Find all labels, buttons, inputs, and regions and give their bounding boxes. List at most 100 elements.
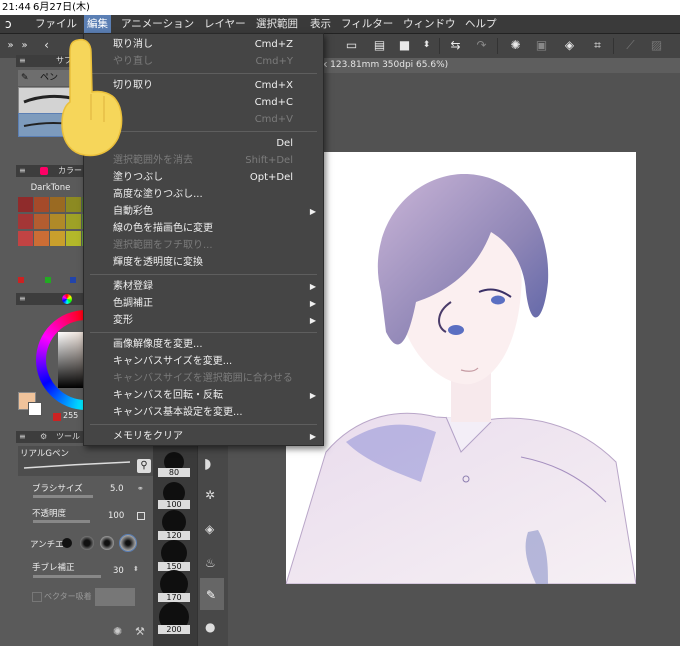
transform-icon[interactable]: ⌗: [589, 37, 606, 54]
brush-size-option[interactable]: 80: [158, 468, 190, 477]
palette-dot[interactable]: [18, 277, 24, 283]
menu-item-shortcut: Del: [276, 138, 293, 149]
menu-edit[interactable]: 編集: [84, 15, 111, 33]
canvas-info[interactable]: x 123.81mm 350dpi 65.6%): [322, 58, 448, 73]
back-arrow-icon[interactable]: ‹: [38, 37, 55, 54]
magnifier-icon[interactable]: ⚲: [137, 459, 151, 473]
menu-window[interactable]: ウィンドウ: [400, 15, 459, 33]
hatch-icon[interactable]: ▨: [648, 37, 665, 54]
wrench-icon[interactable]: ⚒: [135, 625, 145, 638]
menu-select[interactable]: 選択範囲: [253, 15, 301, 33]
save-icon[interactable]: ■: [396, 37, 413, 54]
edit-menu-item[interactable]: 高度な塗りつぶし...: [84, 186, 323, 203]
stepper-icon[interactable]: ⬍: [133, 565, 139, 573]
edit-menu-item[interactable]: 選択範囲をフチ取り...: [84, 237, 323, 254]
opacity-value[interactable]: 100: [108, 511, 124, 521]
menu-item-label: キャンバスを回転・反転: [113, 390, 223, 401]
menu-layer[interactable]: レイヤー: [201, 15, 249, 33]
edit-menu-item[interactable]: キャンバスを回転・反転 ▶: [84, 387, 323, 404]
stabilization-value[interactable]: 30: [113, 566, 124, 576]
antialias-low[interactable]: [80, 536, 94, 550]
palette-swatch[interactable]: [66, 231, 81, 246]
edit-menu-item[interactable]: 自動彩色 ▶: [84, 203, 323, 220]
pen-tool-icon[interactable]: ✎: [206, 588, 216, 602]
palette-swatch[interactable]: [50, 197, 65, 212]
palette-swatch[interactable]: [66, 214, 81, 229]
collapse-right-icon[interactable]: »: [16, 37, 33, 54]
palette-swatch[interactable]: [50, 231, 65, 246]
palette-swatch[interactable]: [18, 231, 33, 246]
antialias-mid[interactable]: [100, 536, 114, 550]
stepper-icon[interactable]: ⬍: [418, 37, 435, 54]
edit-menu-item[interactable]: 変形 ▶: [84, 312, 323, 329]
fill-bucket-icon[interactable]: ◈: [205, 522, 214, 536]
palette-swatch[interactable]: [34, 214, 49, 229]
brush-size-option[interactable]: 100: [158, 500, 190, 509]
gear-icon[interactable]: ⚙: [40, 431, 47, 443]
spray-icon[interactable]: ♨: [205, 556, 216, 570]
brush-size-value[interactable]: 5.0: [110, 484, 124, 494]
fill-icon[interactable]: ◈: [561, 37, 578, 54]
vector-snap-options[interactable]: [95, 588, 135, 606]
loading-icon[interactable]: ✺: [507, 37, 524, 54]
antialias-high[interactable]: [119, 534, 137, 552]
color-set-name[interactable]: DarkTone: [18, 181, 83, 195]
sparkle-icon[interactable]: ✲: [205, 488, 215, 502]
sub-color-swatch[interactable]: [28, 402, 42, 416]
antialias-none[interactable]: [62, 538, 72, 548]
palette-swatch[interactable]: [18, 197, 33, 212]
palette-swatch[interactable]: [66, 197, 81, 212]
edit-menu-item[interactable]: キャンバスサイズを選択範囲に合わせる: [84, 370, 323, 387]
panel-menu-icon[interactable]: ≡: [19, 55, 26, 67]
diagonal-icon[interactable]: ⟋: [622, 37, 639, 54]
brush-size-option[interactable]: 120: [158, 531, 190, 540]
loading-icon[interactable]: ✺: [113, 625, 122, 638]
brush-size-option[interactable]: 200: [158, 625, 190, 634]
open-folder-icon[interactable]: ▤: [371, 37, 388, 54]
panel-menu-icon[interactable]: ≡: [19, 165, 26, 177]
brush-size-slider[interactable]: [33, 495, 93, 498]
palette-swatch[interactable]: [18, 214, 33, 229]
menu-help[interactable]: ヘルプ: [462, 15, 500, 33]
edit-menu-item[interactable]: 輝度を透明度に変換: [84, 254, 323, 271]
brush-size-option[interactable]: 170: [158, 593, 190, 602]
edit-menu-item[interactable]: キャンバスサイズを変更...: [84, 353, 323, 370]
menu-item-label: キャンバス基本設定を変更...: [113, 407, 243, 418]
edit-menu-item[interactable]: キャンバス基本設定を変更...: [84, 404, 323, 421]
opacity-checkbox[interactable]: [137, 512, 145, 520]
menu-item-shortcut: Cmd+C: [254, 97, 293, 108]
menu-animation[interactable]: アニメーション: [118, 15, 197, 33]
menu-item-label: 自動彩色: [113, 206, 153, 217]
redo-icon[interactable]: ↷: [473, 37, 490, 54]
opacity-slider[interactable]: [33, 520, 90, 523]
edit-menu-item[interactable]: 素材登録 ▶: [84, 278, 323, 295]
undo-icon[interactable]: ⇆: [447, 37, 464, 54]
app-logo-icon[interactable]: ↄ: [5, 17, 19, 31]
palette-dot[interactable]: [45, 277, 51, 283]
water-drop-icon[interactable]: ●: [205, 620, 215, 634]
panel-menu-icon[interactable]: ≡: [19, 431, 26, 443]
pressure-icon[interactable]: ⚭: [137, 484, 144, 493]
selection-icon[interactable]: ▣: [533, 37, 550, 54]
ink-drop-icon[interactable]: ◗: [204, 456, 211, 472]
edit-menu-item[interactable]: 色調補正 ▶: [84, 295, 323, 312]
palette-swatch[interactable]: [34, 231, 49, 246]
panel-menu-icon[interactable]: ≡: [19, 293, 26, 305]
new-file-icon[interactable]: ▭: [343, 37, 360, 54]
edit-menu-item[interactable]: 線の色を描画色に変更: [84, 220, 323, 237]
edit-menu-item[interactable]: 画像解像度を変更...: [84, 336, 323, 353]
menu-filter[interactable]: フィルター: [338, 15, 396, 33]
palette-dot[interactable]: [70, 277, 76, 283]
stabilization-slider[interactable]: [33, 575, 101, 578]
canvas[interactable]: [286, 152, 636, 584]
palette-swatch[interactable]: [50, 214, 65, 229]
menu-view[interactable]: 表示: [307, 15, 334, 33]
pointing-hand-icon: [61, 38, 123, 157]
menu-item-shortcut: Opt+Del: [249, 172, 293, 183]
menu-file[interactable]: ファイル: [32, 15, 80, 33]
submenu-arrow-icon: ▶: [309, 432, 316, 441]
edit-menu-item[interactable]: メモリをクリア ▶: [84, 428, 323, 445]
vector-snap-checkbox[interactable]: [32, 592, 42, 602]
palette-swatch[interactable]: [34, 197, 49, 212]
edit-menu-item[interactable]: 塗りつぶし Opt+Del: [84, 169, 323, 186]
